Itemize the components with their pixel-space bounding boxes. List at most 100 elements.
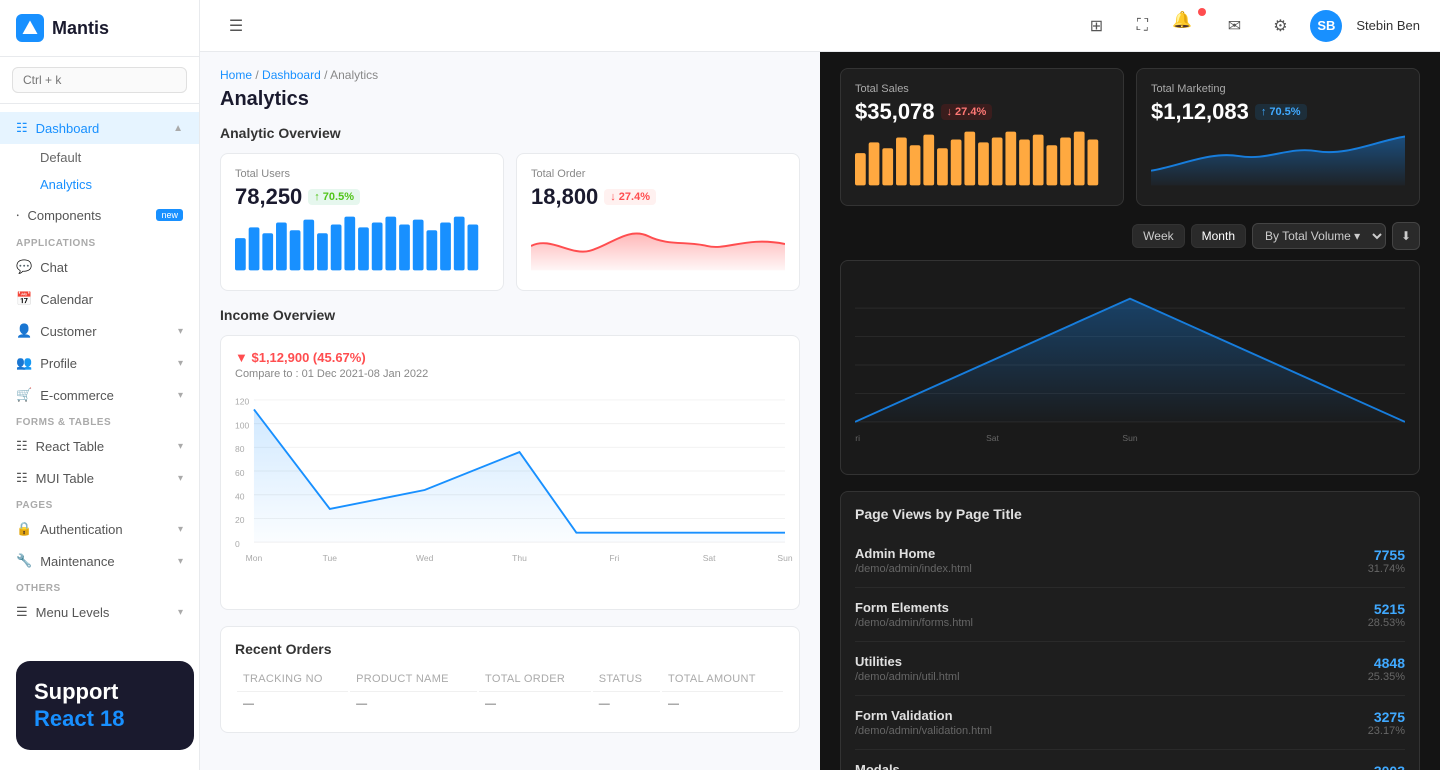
stat-card-orders: Total Order 18,800 ↓ 27.4% [516, 153, 800, 291]
pv-pct-0: 31.74% [1368, 563, 1405, 575]
page-title: Analytics [220, 88, 800, 111]
fullscreen-icon[interactable]: ⛶ [1126, 10, 1158, 42]
content-area: Home / Dashboard / Analytics Analytics A… [200, 52, 1440, 770]
pv-label-3: Form Validation [855, 708, 992, 723]
notification-dot [1198, 8, 1206, 16]
svg-text:Tue: Tue [323, 553, 338, 563]
income-compare: Compare to : 01 Dec 2021-08 Jan 2022 [235, 368, 428, 380]
income-controls: Week Month By Total Volume ▾ ⬇ [840, 222, 1420, 250]
topbar-right: ⊞ ⛶ 🔔 ✉ ⚙ SB Stebin Ben [1080, 10, 1420, 42]
stat-label-orders: Total Order [531, 168, 785, 180]
download-button[interactable]: ⬇ [1392, 222, 1420, 250]
stat-card-sales: Total Sales $35,078 ↓ 27.4% [840, 68, 1124, 206]
pv-url-1: /demo/admin/forms.html [855, 617, 973, 629]
mui-table-icon: ☷ [16, 470, 28, 486]
logo-icon [16, 14, 44, 42]
pv-count-1: 5215 [1368, 601, 1405, 617]
chat-icon: 💬 [16, 259, 32, 275]
up-arrow-icon: ↑ [314, 191, 320, 203]
menu-toggle-button[interactable]: ☰ [220, 10, 252, 42]
chevron-icon4: ▾ [178, 441, 183, 452]
table-row: — — — — — [237, 691, 783, 716]
chevron-icon7: ▾ [178, 556, 183, 567]
breadcrumb: Home / Dashboard / Analytics [220, 68, 800, 82]
messages-icon[interactable]: ✉ [1218, 10, 1250, 42]
sidebar-item-menu-levels[interactable]: ☰ Menu Levels ▾ [0, 596, 199, 628]
auth-icon: 🔒 [16, 521, 32, 537]
stat-badge-users: ↑ 70.5% [308, 189, 360, 205]
pv-url-0: /demo/admin/index.html [855, 563, 972, 575]
user-name: Stebin Ben [1356, 18, 1420, 33]
income-line-chart: 120 100 80 60 40 20 0 [235, 390, 785, 590]
volume-select[interactable]: By Total Volume ▾ [1252, 223, 1386, 249]
apps-icon[interactable]: ⊞ [1080, 10, 1112, 42]
sidebar-label-dashboard: Dashboard [36, 121, 100, 136]
notification-button[interactable]: 🔔 [1172, 10, 1204, 42]
topbar: ☰ ⊞ ⛶ 🔔 ✉ ⚙ SB Stebin Ben [200, 0, 1440, 52]
pv-count-3: 3275 [1368, 709, 1405, 725]
week-button[interactable]: Week [1132, 224, 1184, 248]
section-income: Income Overview [220, 307, 800, 323]
stat-card-marketing: Total Marketing $1,12,083 ↑ 70.5% [1136, 68, 1420, 206]
react-table-icon: ☷ [16, 438, 28, 454]
sidebar-item-calendar[interactable]: 📅 Calendar [0, 283, 199, 315]
settings-icon[interactable]: ⚙ [1264, 10, 1296, 42]
stat-label-sales: Total Sales [855, 83, 1109, 95]
breadcrumb-home[interactable]: Home [220, 68, 252, 82]
pv-item-0: Admin Home /demo/admin/index.html 7755 3… [855, 534, 1405, 588]
profile-icon: 👥 [16, 355, 32, 371]
sidebar-item-customer[interactable]: 👤 Customer ▾ [0, 315, 199, 347]
menu-icon: ☰ [16, 604, 28, 620]
month-button[interactable]: Month [1191, 224, 1246, 248]
search-input[interactable] [12, 67, 187, 93]
chevron-icon: ▾ [178, 326, 183, 337]
col-status: STATUS [593, 669, 660, 689]
col-total-order: TOTAL ORDER [479, 669, 591, 689]
sidebar-item-analytics[interactable]: Analytics [0, 171, 199, 198]
sidebar-item-chat[interactable]: 💬 Chat [0, 251, 199, 283]
svg-text:Mon: Mon [246, 553, 263, 563]
chevron-icon3: ▾ [178, 390, 183, 401]
sidebar-item-default[interactable]: Default [0, 144, 199, 171]
sidebar-item-authentication[interactable]: 🔒 Authentication ▾ [0, 513, 199, 545]
dashboard-icon: ☷ [16, 120, 28, 136]
pv-pct-2: 25.35% [1368, 671, 1405, 683]
breadcrumb-current: Analytics [330, 68, 378, 82]
sales-bar-chart [855, 131, 1109, 186]
sidebar-item-components[interactable]: ⸱ Components new [0, 198, 199, 232]
stat-card-users: Total Users 78,250 ↑ 70.5% [220, 153, 504, 291]
support-title: Support [34, 679, 176, 705]
svg-text:100: 100 [235, 420, 249, 430]
pv-url-2: /demo/admin/util.html [855, 671, 960, 683]
svg-text:Sat: Sat [986, 433, 999, 443]
pv-pct-3: 23.17% [1368, 725, 1405, 737]
maintenance-icon: 🔧 [16, 553, 32, 569]
svg-text:80: 80 [235, 444, 245, 454]
svg-text:Sun: Sun [1122, 433, 1137, 443]
app-name: Mantis [52, 18, 109, 39]
right-panel: Total Sales $35,078 ↓ 27.4% [820, 52, 1440, 770]
stats-grid-light: Total Users 78,250 ↑ 70.5% [220, 153, 800, 291]
pv-item-3: Form Validation /demo/admin/validation.h… [855, 696, 1405, 750]
sidebar-item-dashboard[interactable]: ☷ Dashboard ▲ [0, 112, 199, 144]
pv-pct-1: 28.53% [1368, 617, 1405, 629]
sidebar-item-profile[interactable]: 👥 Profile ▾ [0, 347, 199, 379]
support-subtitle: React 18 [34, 706, 176, 732]
nav-group-applications: Applications [0, 232, 199, 251]
dark-income-chart: Fri Sat Sun [840, 260, 1420, 475]
breadcrumb-dashboard[interactable]: Dashboard [262, 68, 321, 82]
sidebar-item-mui-table[interactable]: ☷ MUI Table ▾ [0, 462, 199, 494]
section-analytic-overview: Analytic Overview [220, 125, 800, 141]
sidebar-item-ecommerce[interactable]: 🛒 E-commerce ▾ [0, 379, 199, 411]
pv-item-2: Utilities /demo/admin/util.html 4848 25.… [855, 642, 1405, 696]
sidebar-item-react-table[interactable]: ☷ React Table ▾ [0, 430, 199, 462]
pv-item-1: Form Elements /demo/admin/forms.html 521… [855, 588, 1405, 642]
components-icon: ⸱ [16, 206, 19, 224]
svg-text:Sun: Sun [777, 553, 792, 563]
support-popup[interactable]: Support React 18 [16, 661, 194, 750]
sidebar-item-maintenance[interactable]: 🔧 Maintenance ▾ [0, 545, 199, 577]
pv-count-2: 4848 [1368, 655, 1405, 671]
nav-group-pages: Pages [0, 494, 199, 513]
pv-title: Page Views by Page Title [855, 506, 1405, 522]
orders-table: TRACKING NO PRODUCT NAME TOTAL ORDER STA… [235, 667, 785, 718]
